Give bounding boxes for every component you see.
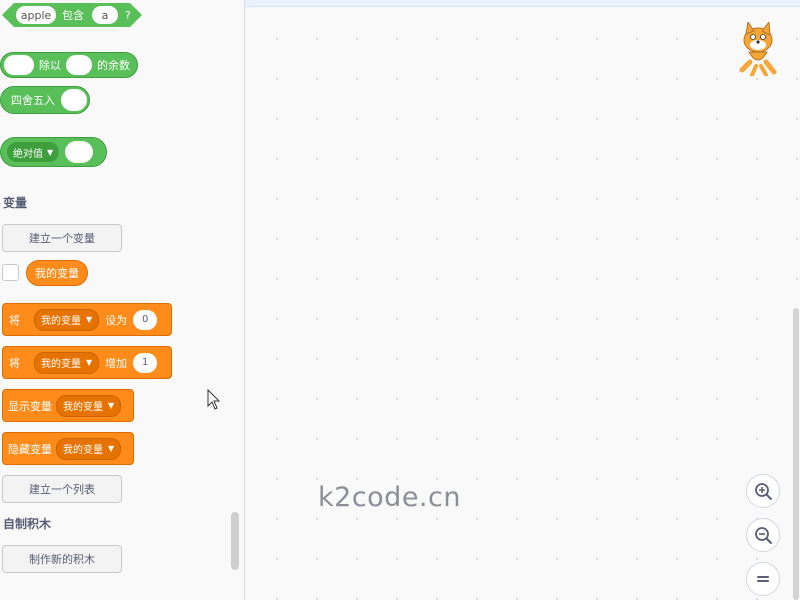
contains-label: 包含 bbox=[62, 9, 84, 22]
reset-zoom-icon bbox=[757, 576, 769, 582]
contains-block[interactable]: apple 包含 a ? bbox=[2, 3, 142, 27]
show-variable-name: 我的变量 bbox=[63, 402, 103, 413]
hide-variable-dropdown[interactable]: 我的变量 ▼ bbox=[56, 437, 122, 460]
make-list-button[interactable]: 建立一个列表 bbox=[2, 475, 122, 503]
abs-dropdown[interactable]: 绝对值 ▼ bbox=[7, 142, 60, 162]
dropdown-arrow-icon: ▼ bbox=[86, 315, 93, 324]
show-label: 显示变量 bbox=[8, 399, 52, 413]
set-variable-block[interactable]: 将 我的变量 ▼ 设为 0 bbox=[2, 303, 172, 336]
set-value-input[interactable]: 0 bbox=[133, 309, 158, 330]
contains-right-slot[interactable]: a bbox=[92, 6, 118, 24]
abs-slot[interactable] bbox=[65, 141, 94, 163]
change-verb: 增加 bbox=[105, 356, 128, 370]
my-variable-reporter[interactable]: 我的变量 bbox=[26, 260, 88, 286]
mod-right-slot[interactable] bbox=[66, 55, 92, 75]
set-prefix: 将 bbox=[9, 313, 20, 327]
round-slot[interactable] bbox=[61, 89, 87, 111]
watermark-text: k2code.cn bbox=[318, 482, 461, 513]
contains-suffix: ? bbox=[125, 8, 131, 22]
make-block-button[interactable]: 制作新的积木 bbox=[2, 545, 122, 573]
workspace-scrollbar[interactable] bbox=[793, 308, 799, 600]
reset-zoom-button[interactable] bbox=[746, 562, 780, 596]
zoom-out-button[interactable] bbox=[746, 518, 780, 552]
zoom-in-icon bbox=[755, 483, 772, 500]
set-variable-name: 我的变量 bbox=[41, 316, 81, 327]
abs-dropdown-label: 绝对值 bbox=[13, 148, 43, 160]
abs-block[interactable]: 绝对值 ▼ bbox=[0, 137, 107, 167]
make-variable-button[interactable]: 建立一个变量 bbox=[2, 224, 122, 252]
change-value-input[interactable]: 1 bbox=[133, 352, 158, 373]
dropdown-arrow-icon: ▼ bbox=[108, 444, 115, 453]
zoom-out-icon bbox=[755, 527, 772, 544]
change-variable-dropdown[interactable]: 我的变量 ▼ bbox=[34, 351, 100, 374]
sprite-cat-icon bbox=[739, 22, 777, 76]
show-variable-block[interactable]: 显示变量 我的变量 ▼ bbox=[2, 389, 134, 422]
show-variable-dropdown[interactable]: 我的变量 ▼ bbox=[56, 394, 122, 417]
contains-left-slot[interactable]: apple bbox=[16, 6, 56, 24]
change-variable-block[interactable]: 将 我的变量 ▼ 增加 1 bbox=[2, 346, 172, 379]
mod-block[interactable]: 除以 的余数 bbox=[0, 52, 138, 78]
change-variable-name: 我的变量 bbox=[41, 359, 81, 370]
hide-variable-block[interactable]: 隐藏变量 我的变量 ▼ bbox=[2, 432, 134, 465]
round-block[interactable]: 四舍五入 bbox=[0, 86, 90, 114]
change-prefix: 将 bbox=[9, 356, 20, 370]
round-label: 四舍五入 bbox=[11, 94, 55, 107]
variable-checkbox[interactable] bbox=[2, 264, 19, 281]
dropdown-arrow-icon: ▼ bbox=[86, 358, 93, 367]
block-palette: apple 包含 a ? 除以 的余数 四舍五入 绝对值 ▼ 变量 建立一个变量… bbox=[0, 0, 245, 600]
mod-suffix: 的余数 bbox=[97, 59, 130, 72]
mouse-cursor-icon bbox=[207, 389, 221, 410]
category-title-variables: 变量 bbox=[3, 196, 28, 210]
dropdown-arrow-icon: ▼ bbox=[47, 147, 54, 157]
zoom-in-button[interactable] bbox=[746, 474, 780, 508]
palette-scrollbar[interactable] bbox=[231, 512, 239, 570]
category-title-my-blocks: 自制积木 bbox=[3, 517, 52, 531]
hide-label: 隐藏变量 bbox=[8, 442, 52, 456]
hide-variable-name: 我的变量 bbox=[63, 445, 103, 456]
dropdown-arrow-icon: ▼ bbox=[108, 401, 115, 410]
set-verb: 设为 bbox=[105, 313, 128, 327]
mod-label: 除以 bbox=[39, 59, 61, 72]
set-variable-dropdown[interactable]: 我的变量 ▼ bbox=[34, 308, 100, 331]
mod-left-slot[interactable] bbox=[4, 55, 34, 75]
